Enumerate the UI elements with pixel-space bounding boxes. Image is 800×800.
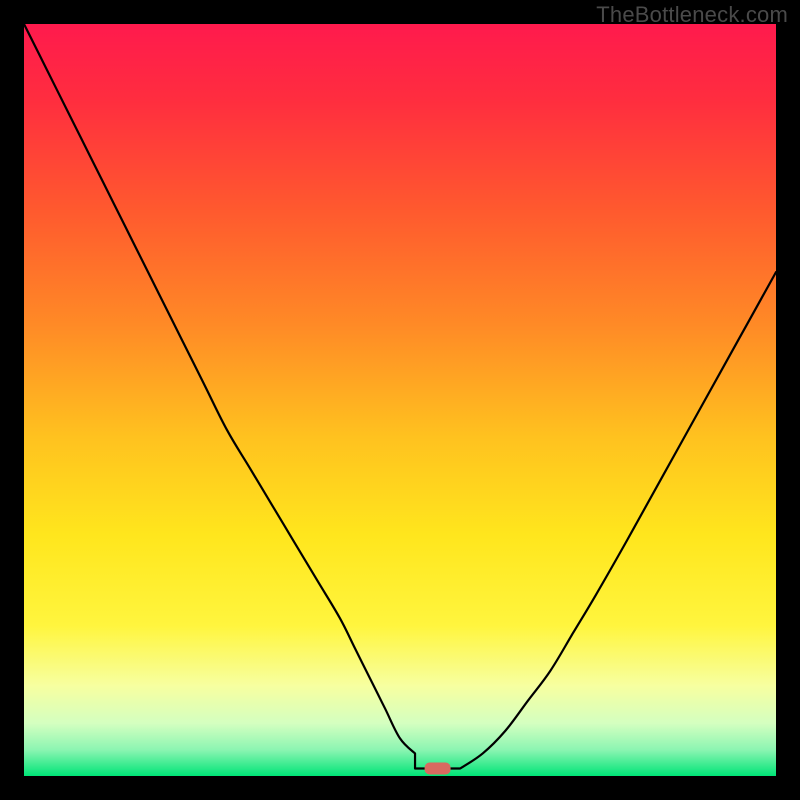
watermark-text: TheBottleneck.com [596,2,788,28]
chart-stage: TheBottleneck.com [0,0,800,800]
plot-area [24,24,776,776]
chart-svg [24,24,776,776]
optimal-marker [425,762,451,774]
gradient-background [24,24,776,776]
